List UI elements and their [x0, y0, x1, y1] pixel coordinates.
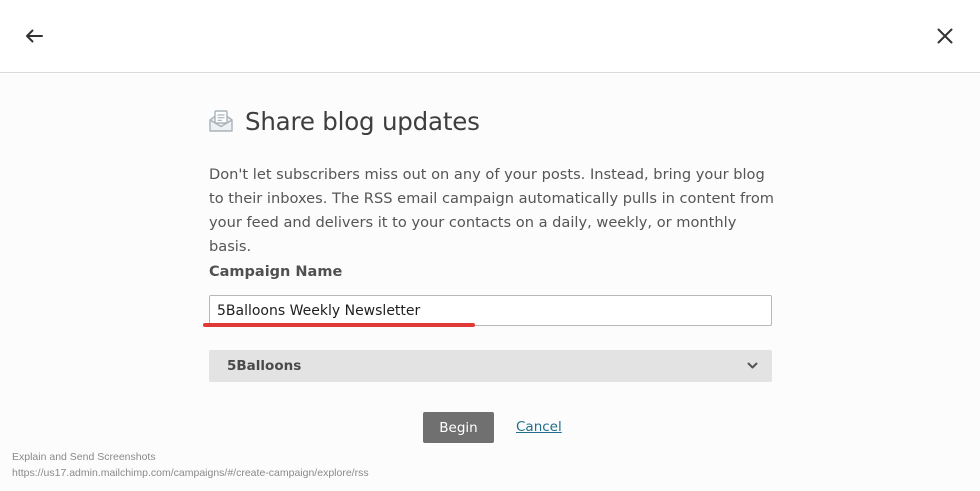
- close-icon: [937, 28, 953, 44]
- annotation-underline: [203, 323, 475, 327]
- campaign-name-input[interactable]: [209, 295, 772, 326]
- begin-button[interactable]: Begin: [423, 412, 494, 443]
- back-button[interactable]: [22, 25, 46, 47]
- audience-select-value: 5Balloons: [227, 358, 302, 374]
- page-heading: Share blog updates: [208, 104, 480, 138]
- overlay-url: https://us17.admin.mailchimp.com/campaig…: [12, 467, 369, 479]
- envelope-document-icon: [208, 108, 234, 134]
- audience-select[interactable]: 5Balloons: [209, 350, 772, 382]
- chevron-down-icon: [747, 362, 758, 369]
- page-title: Share blog updates: [245, 106, 480, 136]
- top-bar: [0, 0, 980, 73]
- arrow-left-icon: [26, 29, 43, 43]
- close-button[interactable]: [933, 24, 957, 48]
- cancel-link[interactable]: Cancel: [516, 419, 562, 435]
- overlay-caption: Explain and Send Screenshots: [12, 451, 156, 463]
- description-text: Don't let subscribers miss out on any of…: [209, 166, 775, 255]
- campaign-name-label: Campaign Name: [209, 264, 343, 280]
